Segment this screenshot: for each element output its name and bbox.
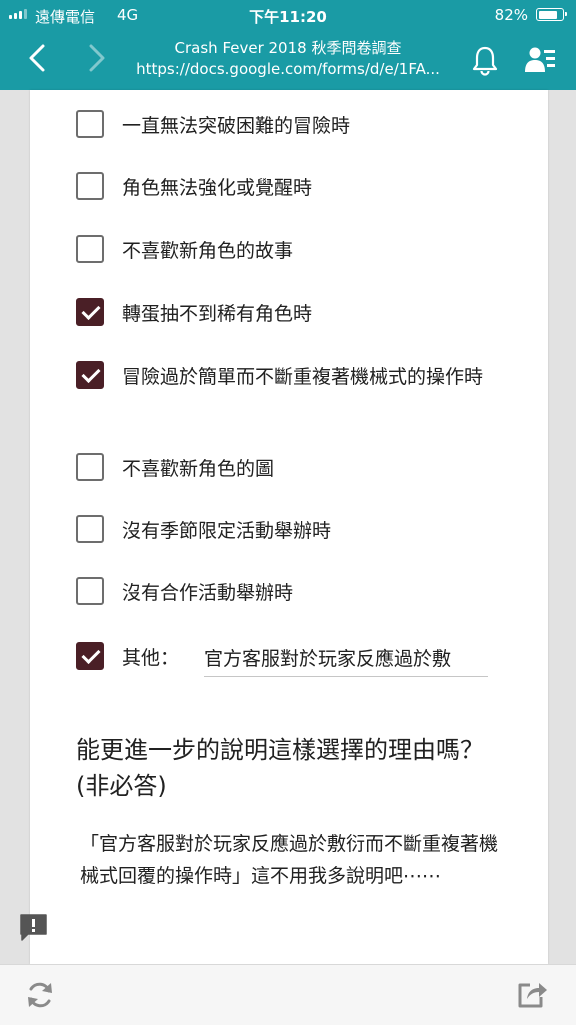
option-label: 沒有合作活動舉辦時 (122, 582, 294, 604)
chevron-right-icon[interactable] (82, 42, 110, 74)
status-time: 下午11:20 (249, 8, 327, 26)
checkbox[interactable] (76, 642, 104, 670)
checkbox[interactable] (76, 298, 104, 326)
other-text-input[interactable]: 官方客服對於玩家反應過於敷 (204, 642, 488, 677)
page-title: Crash Fever 2018 秋季問卷調查 (174, 39, 402, 57)
checkbox[interactable] (76, 577, 104, 605)
checkbox[interactable] (76, 235, 104, 263)
option-label: 其他： (122, 647, 180, 669)
option-label: 冒險過於簡單而不斷重複著機械式的操作時 (122, 366, 484, 388)
option-label: 轉蛋抽不到稀有角色時 (122, 303, 313, 325)
option-label: 沒有季節限定活動舉辦時 (122, 520, 332, 542)
answer-text[interactable]: 「官方客服對於玩家反應過於敷衍而不斷重複著機械式回覆的操作時」這不用我多說明吧⋯… (80, 828, 505, 892)
option-label: 不喜歡新角色的圖 (122, 458, 275, 480)
page-url: https://docs.google.com/forms/d/e/1FA... (136, 60, 440, 78)
bottom-toolbar (0, 964, 576, 1025)
checkbox[interactable] (76, 515, 104, 543)
option-label: 不喜歡新角色的故事 (122, 240, 294, 262)
checkbox[interactable] (76, 453, 104, 481)
chevron-left-icon[interactable] (24, 42, 52, 74)
option-label: 一直無法突破困難的冒險時 (122, 115, 351, 137)
feedback-icon[interactable] (19, 913, 48, 942)
question-title: 能更進一步的說明這樣選擇的理由嗎？(非必答) (76, 736, 484, 800)
share-icon[interactable] (516, 979, 548, 1009)
status-bar: 遠傳電信 4G 下午11:20 82% (0, 0, 576, 30)
page-title-block: Crash Fever 2018 秋季問卷調查 https://docs.goo… (118, 38, 458, 80)
battery-icon (536, 8, 567, 21)
checkbox[interactable] (76, 172, 104, 200)
form-card: 一直無法突破困難的冒險時 角色無法強化或覺醒時 不喜歡新角色的故事 轉蛋抽不到稀… (30, 90, 548, 964)
option-label: 角色無法強化或覺醒時 (122, 177, 313, 199)
checkbox[interactable] (76, 361, 104, 389)
refresh-icon[interactable] (24, 979, 56, 1011)
checkbox[interactable] (76, 110, 104, 138)
battery-fill (538, 10, 557, 19)
battery-percent: 82% (494, 6, 528, 24)
top-bar: 遠傳電信 4G 下午11:20 82% Crash Fever 2018 秋季問… (0, 0, 576, 90)
profile-list-icon[interactable] (524, 44, 556, 76)
bell-icon[interactable] (470, 44, 500, 76)
browser-nav: Crash Fever 2018 秋季問卷調查 https://docs.goo… (0, 30, 576, 90)
